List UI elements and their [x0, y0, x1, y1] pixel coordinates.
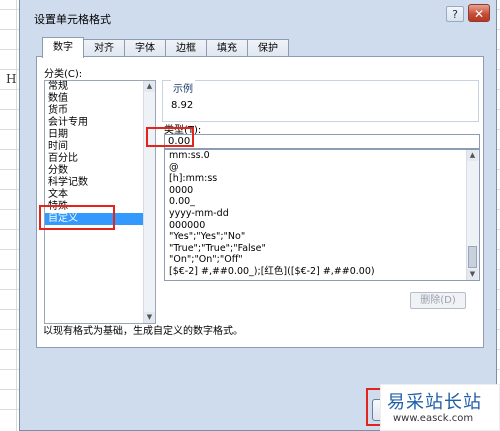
category-item-number[interactable]: 数值	[45, 93, 155, 105]
format-code-list[interactable]: mm:ss.0 @ [h]:mm:ss 0000 0.00_ yyyy-mm-d…	[164, 149, 480, 281]
category-item-custom[interactable]: 自定义	[45, 213, 155, 225]
category-item-general[interactable]: 常规	[45, 81, 155, 93]
tab-alignment[interactable]: 对齐	[83, 39, 125, 57]
category-item-accounting[interactable]: 会计专用	[45, 117, 155, 129]
watermark-url: www.easck.com	[393, 413, 474, 424]
scroll-up-icon[interactable]: ▲	[144, 81, 155, 92]
format-code-item[interactable]: [$€-2] #,##0.00_);[红色]([$€-2] #,##0.00)	[165, 266, 479, 278]
category-list[interactable]: 常规 数值 货币 会计专用 日期 时间 百分比 分数 科学记数 文本 特殊 自定…	[44, 80, 156, 324]
format-code-item[interactable]: "True";"True";"False"	[165, 243, 479, 255]
scroll-down-icon[interactable]: ▼	[467, 269, 478, 280]
scroll-up-icon[interactable]: ▲	[467, 150, 478, 161]
sample-value: 8.92	[171, 100, 194, 111]
format-code-item[interactable]: 0.00_	[165, 196, 479, 208]
help-button[interactable]: ?	[446, 6, 464, 22]
watermark-title: 易采站长站	[387, 392, 482, 413]
watermark-logo: 易采站长站 www.easck.com	[380, 384, 500, 431]
format-code-item[interactable]: 0000	[165, 185, 479, 197]
sample-caption: 示例	[171, 80, 195, 95]
close-button[interactable]: ✕	[468, 4, 490, 22]
tab-protection[interactable]: 保护	[247, 39, 289, 57]
delete-button[interactable]: 删除(D)	[410, 292, 466, 309]
category-item-scientific[interactable]: 科学记数	[45, 177, 155, 189]
format-code-item[interactable]: "On";"On";"Off"	[165, 254, 479, 266]
dialog-titlebar[interactable]: 设置单元格格式 ? ✕	[20, 0, 496, 32]
format-code-item[interactable]: @	[165, 162, 479, 174]
format-code-item[interactable]: 000000	[165, 220, 479, 232]
tab-font[interactable]: 字体	[124, 39, 166, 57]
format-code-item[interactable]: mm:ss.0	[165, 150, 479, 162]
type-input[interactable]: 0.00	[164, 134, 480, 149]
category-label: 分类(C):	[44, 69, 83, 80]
cell-content: H	[6, 72, 17, 86]
category-scrollbar[interactable]: ▲ ▼	[143, 81, 155, 323]
category-item-time[interactable]: 时间	[45, 141, 155, 153]
category-item-date[interactable]: 日期	[45, 129, 155, 141]
format-code-item[interactable]: yyyy-mm-dd	[165, 208, 479, 220]
gridline	[16, 0, 17, 431]
number-tab-panel: 分类(C): 常规 数值 货币 会计专用 日期 时间 百分比 分数 科学记数 文…	[36, 56, 484, 348]
category-item-text[interactable]: 文本	[45, 189, 155, 201]
dialog-tabs: 数字 对齐 字体 边框 填充 保护	[42, 37, 289, 58]
format-description: 以现有格式为基础，生成自定义的数字格式。	[43, 326, 243, 337]
tab-number[interactable]: 数字	[42, 37, 84, 58]
sample-group: 示例 8.92	[162, 80, 479, 122]
tab-border[interactable]: 边框	[165, 39, 207, 57]
format-list-scrollbar[interactable]: ▲ ▼	[466, 150, 479, 280]
scroll-thumb[interactable]	[468, 246, 477, 268]
tab-fill[interactable]: 填充	[206, 39, 248, 57]
category-item-percentage[interactable]: 百分比	[45, 153, 155, 165]
category-item-currency[interactable]: 货币	[45, 105, 155, 117]
format-cells-dialog: 设置单元格格式 ? ✕ 数字 对齐 字体 边框 填充 保护 分类(C): 常规 …	[19, 0, 497, 431]
category-item-special[interactable]: 特殊	[45, 201, 155, 213]
format-code-item[interactable]: "Yes";"Yes";"No"	[165, 231, 479, 243]
format-code-item[interactable]: [h]:mm:ss	[165, 173, 479, 185]
category-item-fraction[interactable]: 分数	[45, 165, 155, 177]
dialog-title: 设置单元格格式	[34, 13, 111, 26]
